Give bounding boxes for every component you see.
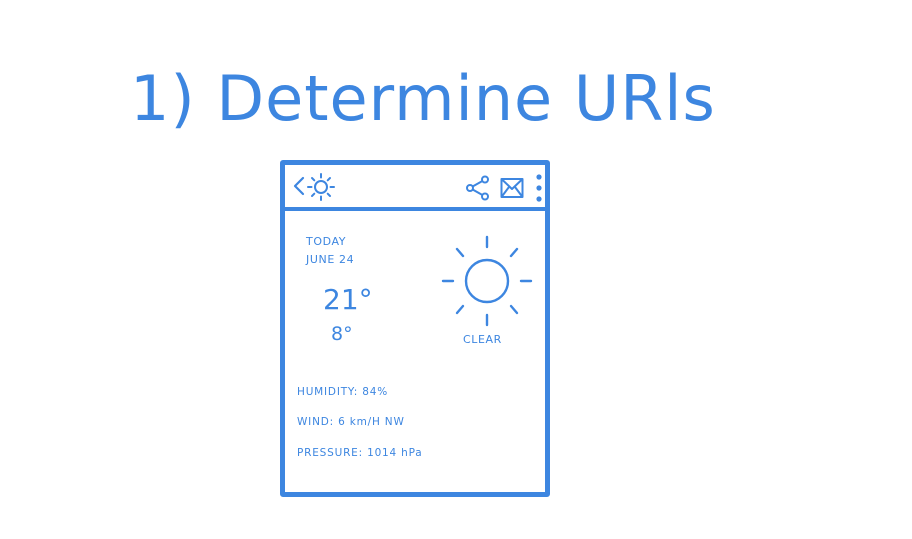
phone-mockup: TODAY JUNE 24 21° 8° CLEAR HUMIDITY: 84%… — [280, 160, 550, 497]
sun-icon — [437, 231, 537, 331]
share-icon[interactable] — [465, 175, 493, 203]
app-bar — [285, 165, 545, 211]
overflow-menu-icon[interactable] — [535, 173, 543, 203]
pressure-detail: PRESSURE: 1014 hPa — [297, 447, 423, 459]
back-arrow-icon[interactable] — [293, 176, 305, 196]
sun-logo-icon — [307, 173, 335, 201]
condition-label: CLEAR — [463, 333, 502, 346]
day-label: TODAY — [306, 235, 347, 248]
date-label: JUNE 24 — [306, 253, 355, 266]
slide-title: 1) Determine URls — [130, 62, 716, 135]
wind-detail: WIND: 6 km/H NW — [297, 416, 405, 428]
low-temperature: 8° — [331, 323, 353, 345]
high-temperature: 21° — [323, 283, 373, 316]
humidity-detail: HUMIDITY: 84% — [297, 386, 388, 398]
map-icon[interactable] — [500, 177, 524, 199]
